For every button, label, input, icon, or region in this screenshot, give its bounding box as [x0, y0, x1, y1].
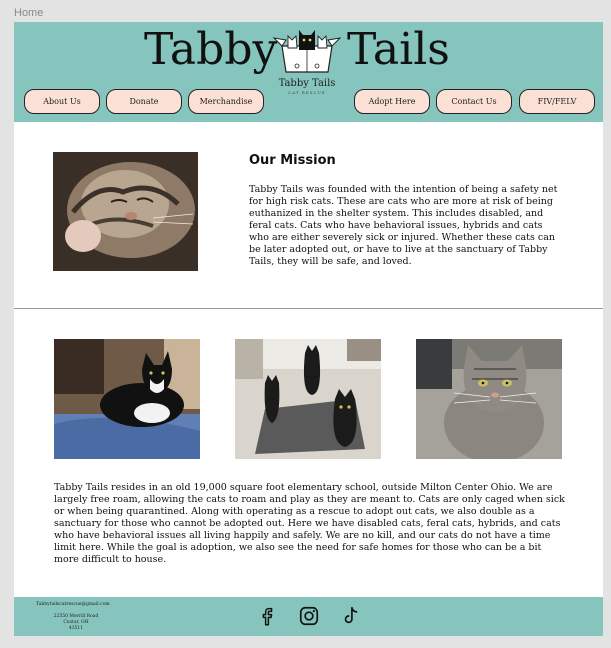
nav-fiv-felv-button[interactable]: FIV/FELV	[519, 89, 595, 114]
home-page: Tabby Tails Tabby Tails CAT RESCUE About…	[14, 22, 603, 636]
footer-address: 22550 Merrill Road Custar, OH 43511	[50, 614, 102, 632]
sleeping-tabby-photo	[53, 152, 198, 271]
site-header: Tabby Tails Tabby Tails CAT RESCUE About…	[14, 22, 603, 122]
facebook-icon[interactable]	[256, 605, 278, 627]
frame-label: Home	[14, 7, 44, 19]
site-footer: Tabbytailscatrescue@gmail.com 22550 Merr…	[14, 597, 603, 636]
nav-merchandise-button[interactable]: Merchandise	[188, 89, 264, 114]
site-title-right: Tails	[347, 24, 450, 75]
mission-heading: Our Mission	[249, 153, 336, 168]
logo-name: Tabby Tails	[278, 78, 336, 89]
tuxedo-cat-photo	[54, 339, 200, 459]
footer-email-link[interactable]: Tabbytailscatrescue@gmail.com	[36, 602, 110, 607]
instagram-icon[interactable]	[298, 605, 320, 627]
grey-tabby-photo	[416, 339, 562, 459]
footer-address-line3: 43511	[68, 626, 84, 631]
nav-donate-button[interactable]: Donate	[106, 89, 182, 114]
site-title-left: Tabby	[144, 24, 278, 75]
mission-text: Tabby Tails was founded with the intenti…	[249, 184, 558, 267]
nav-about-us-button[interactable]: About Us	[24, 89, 100, 114]
tiktok-icon[interactable]	[340, 605, 362, 627]
nav-contact-us-button[interactable]: Contact Us	[436, 89, 512, 114]
nav-adopt-here-button[interactable]: Adopt Here	[354, 89, 430, 114]
cat-box-logo-icon	[272, 30, 342, 73]
about-text: Tabby Tails resides in an old 19,000 squ…	[54, 482, 565, 565]
section-divider	[14, 308, 603, 309]
logo-subtitle: CAT RESCUE	[288, 90, 326, 95]
three-cats-photo	[235, 339, 381, 459]
